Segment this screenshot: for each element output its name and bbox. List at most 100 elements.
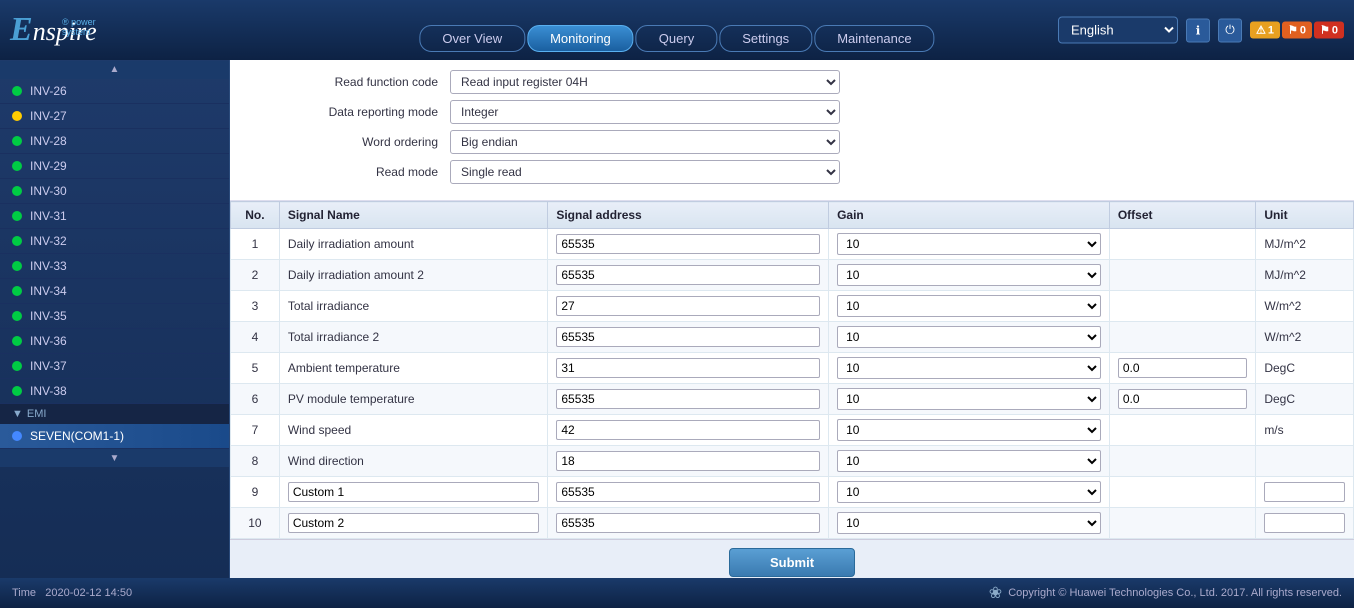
cell-gain-6[interactable]: 10 xyxy=(829,415,1110,446)
addr-input-3[interactable] xyxy=(556,327,820,347)
tab-monitoring[interactable]: Monitoring xyxy=(527,25,634,52)
offset-input-5[interactable] xyxy=(1118,389,1247,409)
sidebar-item-inv38[interactable]: INV-38 xyxy=(0,379,229,404)
sidebar-item-inv27[interactable]: INV-27 xyxy=(0,104,229,129)
status-dot-inv30 xyxy=(12,186,22,196)
sidebar-scroll-up[interactable]: ▲ xyxy=(0,61,229,79)
addr-input-8[interactable] xyxy=(556,482,820,502)
alert-badge-yellow[interactable]: ⚠ 1 xyxy=(1250,22,1280,39)
cell-addr-8[interactable] xyxy=(548,477,829,508)
read-mode-select[interactable]: Single read xyxy=(450,160,840,184)
sidebar-item-inv30[interactable]: INV-30 xyxy=(0,179,229,204)
word-ordering-select[interactable]: Big endian xyxy=(450,130,840,154)
sidebar-scroll-down[interactable]: ▼ xyxy=(0,449,229,467)
cell-addr-0[interactable] xyxy=(548,229,829,260)
cell-offset-4[interactable] xyxy=(1109,353,1255,384)
gain-select-1[interactable]: 10 xyxy=(837,264,1101,286)
gain-select-4[interactable]: 10 xyxy=(837,357,1101,379)
cell-gain-7[interactable]: 10 xyxy=(829,446,1110,477)
sidebar-item-inv34[interactable]: INV-34 xyxy=(0,279,229,304)
gain-select-6[interactable]: 10 xyxy=(837,419,1101,441)
status-dot-inv37 xyxy=(12,361,22,371)
name-input-8[interactable] xyxy=(288,482,540,502)
cell-offset-5[interactable] xyxy=(1109,384,1255,415)
tab-settings[interactable]: Settings xyxy=(719,25,812,52)
sidebar-item-inv32[interactable]: INV-32 xyxy=(0,229,229,254)
cell-gain-4[interactable]: 10 xyxy=(829,353,1110,384)
cell-addr-5[interactable] xyxy=(548,384,829,415)
table-row: 8Wind direction10 xyxy=(231,446,1354,477)
cell-no-7: 8 xyxy=(231,446,280,477)
cell-gain-0[interactable]: 10 xyxy=(829,229,1110,260)
data-reporting-select[interactable]: Integer xyxy=(450,100,840,124)
addr-input-1[interactable] xyxy=(556,265,820,285)
cell-gain-8[interactable]: 10 xyxy=(829,477,1110,508)
cell-addr-7[interactable] xyxy=(548,446,829,477)
logo-subtext: ® power system xyxy=(62,17,97,37)
alert-badge-red[interactable]: ⚑ 0 xyxy=(1314,22,1344,39)
read-function-select[interactable]: Read input register 04H xyxy=(450,70,840,94)
sidebar-item-seven[interactable]: SEVEN(COM1-1) xyxy=(0,424,229,449)
cell-unit-1: MJ/m^2 xyxy=(1256,260,1354,291)
cell-addr-4[interactable] xyxy=(548,353,829,384)
col-gain: Gain xyxy=(829,202,1110,229)
unit-input-8[interactable] xyxy=(1264,482,1345,502)
language-select[interactable]: English xyxy=(1058,17,1178,44)
sidebar-item-inv26[interactable]: INV-26 xyxy=(0,79,229,104)
cell-name-8[interactable] xyxy=(279,477,548,508)
cell-gain-9[interactable]: 10 xyxy=(829,508,1110,539)
cell-addr-3[interactable] xyxy=(548,322,829,353)
gain-select-2[interactable]: 10 xyxy=(837,295,1101,317)
sidebar-item-inv31[interactable]: INV-31 xyxy=(0,204,229,229)
cell-name-9[interactable] xyxy=(279,508,548,539)
tab-overview[interactable]: Over View xyxy=(419,25,525,52)
gain-select-8[interactable]: 10 xyxy=(837,481,1101,503)
tab-maintenance[interactable]: Maintenance xyxy=(814,25,934,52)
info-icon-btn[interactable]: ℹ xyxy=(1186,18,1210,42)
sidebar-item-inv33[interactable]: INV-33 xyxy=(0,254,229,279)
sidebar-item-inv36[interactable]: INV-36 xyxy=(0,329,229,354)
sidebar-item-inv37[interactable]: INV-37 xyxy=(0,354,229,379)
huawei-logo-icon: ❀ xyxy=(989,583,1002,603)
form-row-word-ordering: Word ordering Big endian xyxy=(250,130,1334,154)
cell-addr-2[interactable] xyxy=(548,291,829,322)
addr-input-2[interactable] xyxy=(556,296,820,316)
gain-select-3[interactable]: 10 xyxy=(837,326,1101,348)
gain-select-0[interactable]: 10 xyxy=(837,233,1101,255)
cell-addr-6[interactable] xyxy=(548,415,829,446)
addr-input-4[interactable] xyxy=(556,358,820,378)
cell-unit-2: W/m^2 xyxy=(1256,291,1354,322)
addr-input-5[interactable] xyxy=(556,389,820,409)
addr-input-7[interactable] xyxy=(556,451,820,471)
unit-input-9[interactable] xyxy=(1264,513,1345,533)
gain-select-7[interactable]: 10 xyxy=(837,450,1101,472)
gain-select-9[interactable]: 10 xyxy=(837,512,1101,534)
cell-gain-2[interactable]: 10 xyxy=(829,291,1110,322)
table-header-row: No. Signal Name Signal address Gain Offs… xyxy=(231,202,1354,229)
addr-input-6[interactable] xyxy=(556,420,820,440)
addr-input-0[interactable] xyxy=(556,234,820,254)
alert-badge-orange[interactable]: ⚑ 0 xyxy=(1282,22,1312,39)
offset-input-4[interactable] xyxy=(1118,358,1247,378)
submit-button[interactable]: Submit xyxy=(729,548,855,577)
cell-gain-3[interactable]: 10 xyxy=(829,322,1110,353)
gain-select-5[interactable]: 10 xyxy=(837,388,1101,410)
status-dot-inv28 xyxy=(12,136,22,146)
sidebar-group-emi[interactable]: ▼ EMI xyxy=(0,404,229,424)
cell-gain-5[interactable]: 10 xyxy=(829,384,1110,415)
status-dot-inv34 xyxy=(12,286,22,296)
table-row: 1010 xyxy=(231,508,1354,539)
cell-offset-1 xyxy=(1109,260,1255,291)
cell-addr-1[interactable] xyxy=(548,260,829,291)
cell-addr-9[interactable] xyxy=(548,508,829,539)
sidebar-item-inv29[interactable]: INV-29 xyxy=(0,154,229,179)
tab-query[interactable]: Query xyxy=(636,25,717,52)
logout-icon-btn[interactable]: ⏻ xyxy=(1218,18,1242,42)
cell-gain-1[interactable]: 10 xyxy=(829,260,1110,291)
addr-input-9[interactable] xyxy=(556,513,820,533)
sidebar-item-inv35[interactable]: INV-35 xyxy=(0,304,229,329)
name-input-9[interactable] xyxy=(288,513,540,533)
sidebar-item-inv28[interactable]: INV-28 xyxy=(0,129,229,154)
read-mode-label: Read mode xyxy=(250,165,450,179)
col-unit: Unit xyxy=(1256,202,1354,229)
